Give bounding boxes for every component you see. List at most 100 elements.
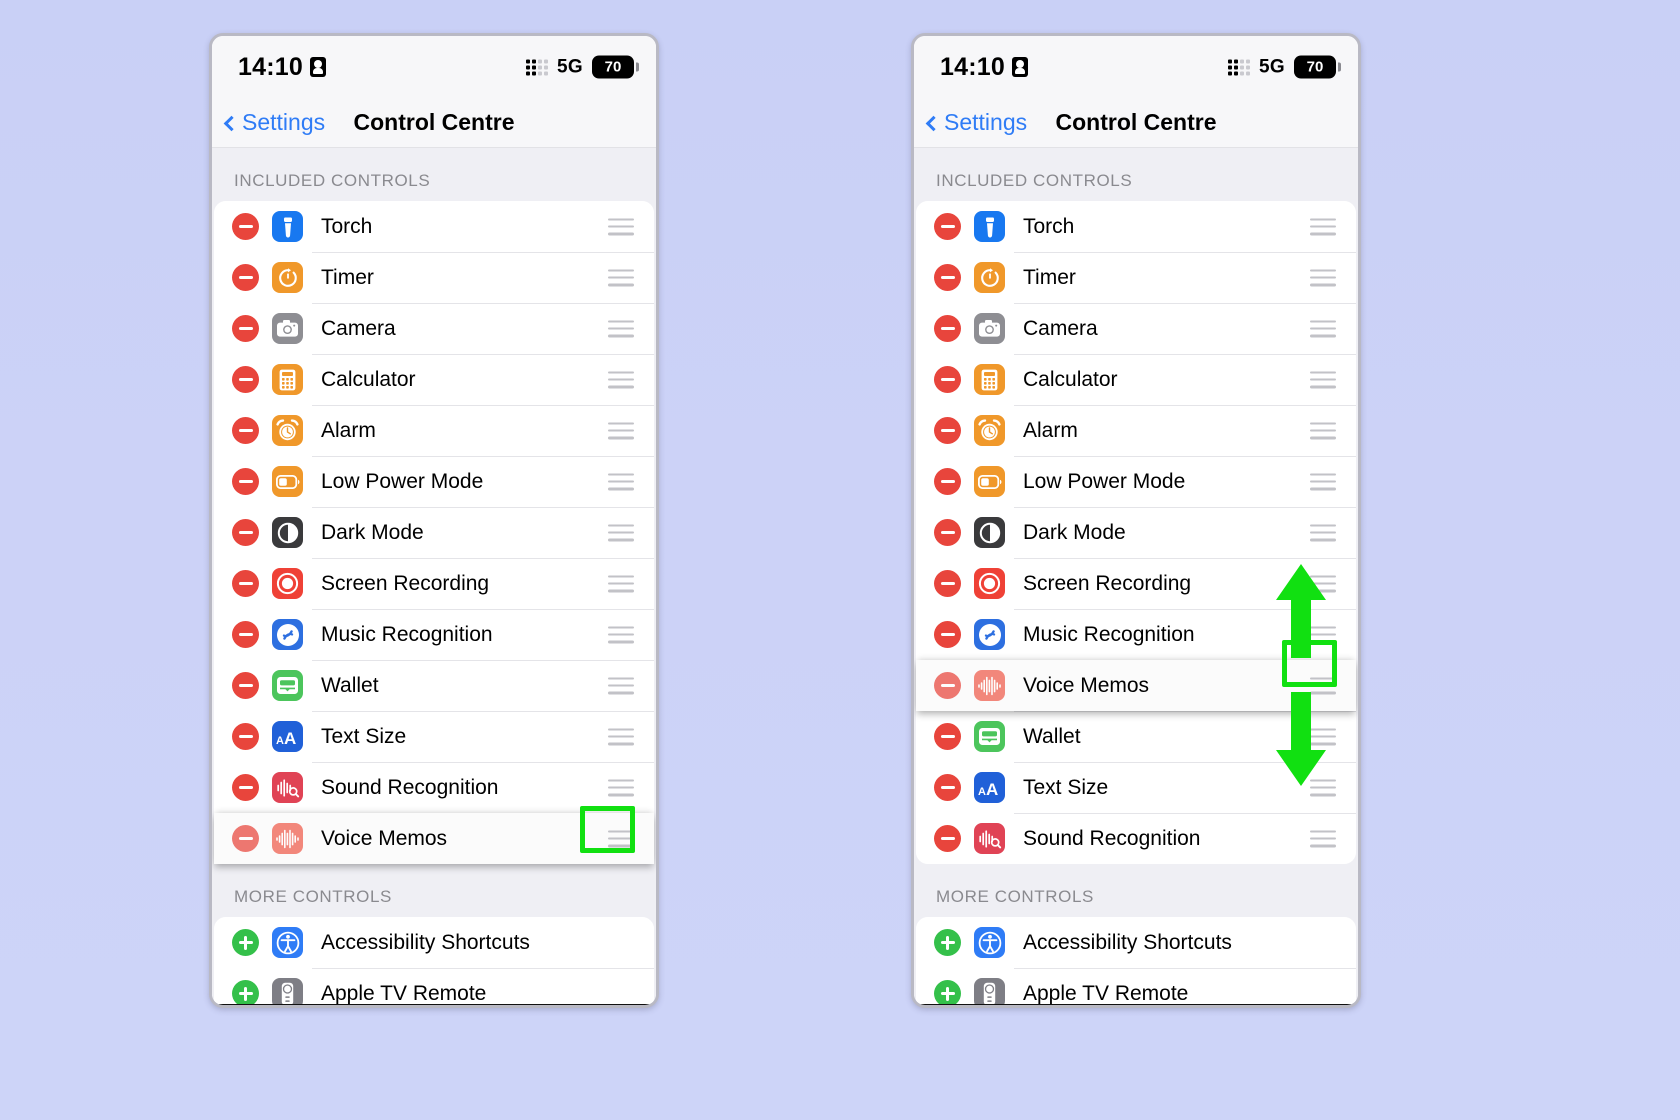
cellular-signal-icon [1228, 59, 1251, 75]
remove-control-button[interactable] [232, 315, 259, 342]
reorder-drag-handle[interactable] [608, 575, 634, 592]
remove-control-button[interactable] [232, 519, 259, 546]
control-row[interactable]: Torch [214, 201, 654, 252]
remove-control-button[interactable] [232, 723, 259, 750]
control-row[interactable]: Dark Mode [916, 507, 1356, 558]
network-type-label: 5G [1259, 56, 1285, 77]
accessibility-icon [272, 927, 303, 958]
control-row-label: Music Recognition [321, 622, 493, 646]
remove-control-button[interactable] [232, 417, 259, 444]
reorder-drag-handle[interactable] [1310, 371, 1336, 388]
control-row[interactable]: Timer [916, 252, 1356, 303]
reorder-drag-handle[interactable] [608, 218, 634, 235]
remove-control-button[interactable] [232, 672, 259, 699]
remove-control-button[interactable] [934, 825, 961, 852]
control-row[interactable]: Sound Recognition [916, 813, 1356, 864]
control-row[interactable]: Torch [916, 201, 1356, 252]
reorder-drag-handle[interactable] [608, 371, 634, 388]
remove-control-button[interactable] [232, 213, 259, 240]
control-row[interactable]: Timer [214, 252, 654, 303]
reorder-drag-handle[interactable] [1310, 218, 1336, 235]
remove-control-button[interactable] [232, 570, 259, 597]
control-row[interactable]: Camera [214, 303, 654, 354]
reorder-drag-handle[interactable] [1310, 320, 1336, 337]
section-header-included: INCLUDED CONTROLS [936, 171, 1133, 190]
reorder-drag-handle[interactable] [1310, 473, 1336, 490]
remove-control-button[interactable] [934, 621, 961, 648]
control-row-label: Wallet [1023, 724, 1081, 748]
remove-control-button[interactable] [232, 774, 259, 801]
music-recognition-icon [974, 619, 1005, 650]
settings-scroll-area[interactable]: INCLUDED CONTROLS Torch Timer Camera Calcul… [212, 148, 656, 1005]
add-control-button[interactable] [934, 980, 961, 1005]
reorder-drag-handle[interactable] [608, 269, 634, 286]
navigation-bar: Settings Control Centre [914, 98, 1358, 148]
control-row[interactable]: Calculator [214, 354, 654, 405]
status-bar: 14:10 5G 70 [212, 36, 656, 98]
screenshot-canvas: 14:10 5G 70 Settings Control Centre INCL… [0, 0, 1680, 1120]
reorder-drag-handle[interactable] [1310, 269, 1336, 286]
reorder-drag-handle[interactable] [1310, 524, 1336, 541]
reorder-drag-handle[interactable] [608, 728, 634, 745]
remove-control-button[interactable] [934, 519, 961, 546]
reorder-drag-handle[interactable] [608, 320, 634, 337]
reorder-drag-handle[interactable] [608, 473, 634, 490]
control-row[interactable]: Wallet [214, 660, 654, 711]
control-row[interactable]: Dark Mode [214, 507, 654, 558]
dark-mode-icon [974, 517, 1005, 548]
control-row[interactable]: Apple TV Remote [214, 968, 654, 1005]
control-row[interactable]: Low Power Mode [214, 456, 654, 507]
control-row-label: Dark Mode [1023, 520, 1126, 544]
add-control-button[interactable] [934, 929, 961, 956]
control-row[interactable]: Music Recognition [214, 609, 654, 660]
camera-icon [974, 313, 1005, 344]
add-control-button[interactable] [232, 980, 259, 1005]
control-row[interactable]: Low Power Mode [916, 456, 1356, 507]
reorder-drag-handle[interactable] [608, 677, 634, 694]
remove-control-button[interactable] [232, 825, 259, 852]
remove-control-button[interactable] [934, 468, 961, 495]
chevron-left-icon [223, 115, 240, 131]
svg-text:A: A [986, 780, 998, 798]
phone-screenshot-after: 14:10 5G 70 Settings Control Centre INCL… [911, 33, 1361, 1008]
reorder-drag-handle[interactable] [608, 626, 634, 643]
remove-control-button[interactable] [934, 213, 961, 240]
drag-down-arrow [1276, 692, 1326, 786]
reorder-drag-handle[interactable] [608, 524, 634, 541]
remove-control-button[interactable] [934, 723, 961, 750]
more-controls-list: Accessibility Shortcuts Apple TV Remote [214, 917, 654, 1005]
timer-icon [272, 262, 303, 293]
control-row[interactable]: Camera [916, 303, 1356, 354]
add-control-button[interactable] [232, 929, 259, 956]
control-row[interactable]: Accessibility Shortcuts [214, 917, 654, 968]
reorder-drag-handle[interactable] [1310, 422, 1336, 439]
remove-control-button[interactable] [934, 774, 961, 801]
section-header-included: INCLUDED CONTROLS [234, 171, 431, 190]
remove-control-button[interactable] [934, 417, 961, 444]
control-row-label: Low Power Mode [1023, 469, 1186, 493]
reorder-drag-handle[interactable] [608, 779, 634, 796]
remove-control-button[interactable] [232, 366, 259, 393]
drag-handle-highlight [1282, 640, 1337, 687]
remove-control-button[interactable] [232, 264, 259, 291]
control-row[interactable]: A A Text Size [214, 711, 654, 762]
remove-control-button[interactable] [934, 366, 961, 393]
remove-control-button[interactable] [934, 264, 961, 291]
control-row[interactable]: Calculator [916, 354, 1356, 405]
control-row[interactable]: Alarm [916, 405, 1356, 456]
control-row[interactable]: Apple TV Remote [916, 968, 1356, 1005]
remove-control-button[interactable] [232, 468, 259, 495]
reorder-drag-handle[interactable] [1310, 830, 1336, 847]
reorder-drag-handle[interactable] [608, 422, 634, 439]
navigation-bar: Settings Control Centre [212, 98, 656, 148]
svg-text:A: A [978, 786, 986, 798]
remove-control-button[interactable] [934, 672, 961, 699]
remove-control-button[interactable] [232, 621, 259, 648]
back-button[interactable]: Settings [925, 109, 1027, 136]
control-row[interactable]: Alarm [214, 405, 654, 456]
remove-control-button[interactable] [934, 315, 961, 342]
back-button[interactable]: Settings [223, 109, 325, 136]
remove-control-button[interactable] [934, 570, 961, 597]
control-row[interactable]: Accessibility Shortcuts [916, 917, 1356, 968]
control-row[interactable]: Screen Recording [214, 558, 654, 609]
